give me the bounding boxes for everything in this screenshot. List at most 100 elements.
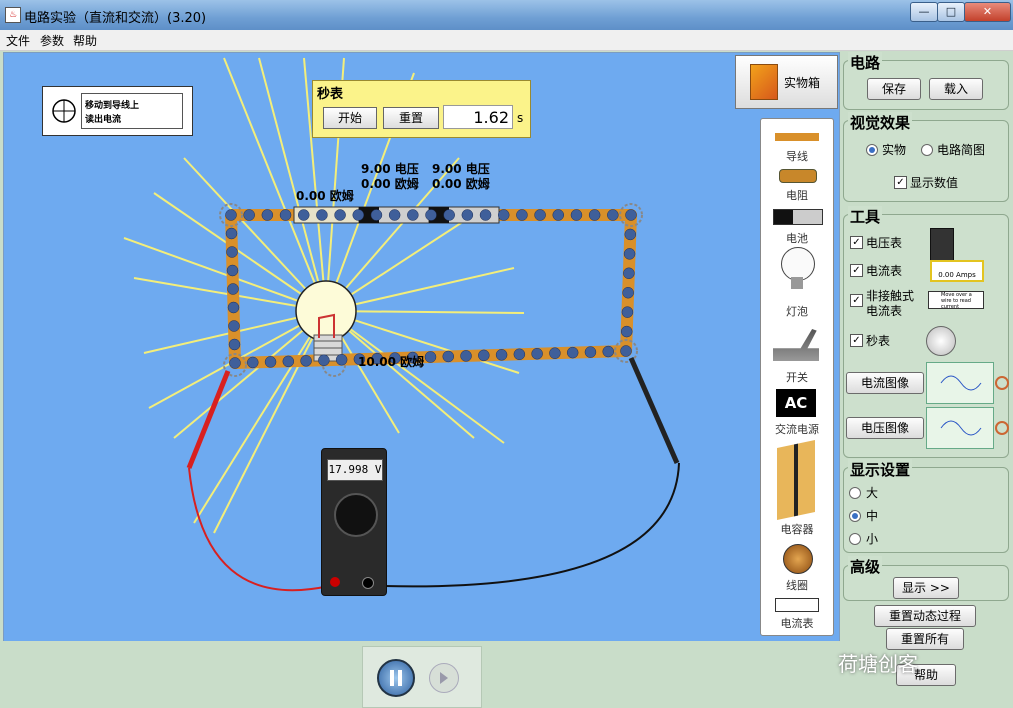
playback-panel <box>362 646 482 708</box>
ac-source-icon[interactable]: AC <box>776 389 816 417</box>
stopwatch-reset-button[interactable]: 重置 <box>383 107 439 129</box>
electron <box>602 345 614 358</box>
electron <box>513 348 526 361</box>
step-button[interactable] <box>429 663 459 693</box>
electron <box>229 357 241 369</box>
menu-bar: 文件 参数 帮助 <box>0 30 1013 51</box>
pause-button[interactable] <box>377 659 415 697</box>
minimize-button[interactable]: — <box>910 2 938 22</box>
reset-all-button[interactable]: 重置所有 <box>886 628 964 650</box>
stopwatch-label: 秒表 <box>866 334 891 348</box>
noncontact-hint-line1: 移动到导线上 <box>85 101 140 111</box>
resistor-icon[interactable] <box>779 169 817 183</box>
battery1-resistance-label: 0.00 欧姆 <box>361 177 419 191</box>
load-button[interactable]: 载入 <box>929 78 983 100</box>
wire-icon[interactable] <box>775 133 819 141</box>
electron <box>461 209 474 221</box>
show-values-checkbox[interactable]: ✓ <box>894 176 907 189</box>
bulb-icon[interactable] <box>781 247 815 281</box>
electron <box>228 320 240 332</box>
ammeter-checkbox[interactable]: ✓ <box>850 264 863 277</box>
stopwatch-unit: s <box>517 111 524 125</box>
electron <box>261 209 274 221</box>
electron <box>297 209 310 221</box>
electron <box>516 209 528 221</box>
advanced-show-button[interactable]: 显示 >> <box>893 577 959 599</box>
maximize-button[interactable]: □ <box>937 2 965 22</box>
electron <box>370 209 383 221</box>
title-bar: ♨ 电路实验（直流和交流）(3.20) — □ ✕ <box>0 0 1013 30</box>
battery2-resistance-label: 0.00 欧姆 <box>432 177 490 191</box>
capacitor-icon[interactable] <box>777 439 815 521</box>
circuit-canvas[interactable]: 0.00 欧姆 9.00 电压 0.00 欧姆 9.00 电压 0.00 欧姆 … <box>3 52 840 642</box>
electron <box>318 354 330 367</box>
stopwatch-time: 1.62 <box>443 105 513 129</box>
electron <box>282 355 295 368</box>
java-app-icon: ♨ <box>5 7 21 23</box>
stopwatch-start-button[interactable]: 开始 <box>323 107 377 129</box>
electron <box>226 264 239 277</box>
inductor-icon[interactable] <box>783 544 813 574</box>
black-jack <box>362 577 374 589</box>
size-medium-label: 中 <box>866 509 879 523</box>
electron <box>623 267 635 280</box>
stopwatch-panel[interactable]: 秒表 开始 重置 1.62 s <box>312 80 531 138</box>
schematic-view-radio[interactable] <box>921 144 933 156</box>
tool-ac-label: 交流电源 <box>775 423 819 436</box>
voltmeter[interactable]: 17.998 V <box>321 448 387 596</box>
electron <box>479 209 492 221</box>
menu-params[interactable]: 参数 <box>40 32 64 49</box>
electron <box>225 227 238 240</box>
battery-icon[interactable] <box>773 209 823 225</box>
window-title: 电路实验（直流和交流）(3.20) <box>24 11 207 26</box>
circuit-drawing <box>123 57 680 592</box>
switch-icon[interactable] <box>773 329 819 361</box>
close-button[interactable]: ✕ <box>964 2 1011 22</box>
red-jack <box>330 577 340 587</box>
black-probe <box>628 356 680 465</box>
stopwatch-title: 秒表 <box>317 87 344 102</box>
real-view-radio[interactable] <box>866 144 878 156</box>
electron <box>443 209 455 221</box>
stopwatch-checkbox[interactable]: ✓ <box>850 334 863 347</box>
tool-bulb-label: 灯泡 <box>786 305 808 318</box>
noncontact-ammeter-label-2: 电流表 <box>866 304 903 318</box>
menu-help[interactable]: 帮助 <box>73 32 97 49</box>
current-chart-thumbnail <box>926 362 994 404</box>
stopwatch-icon <box>926 326 956 356</box>
voltage-chart-button[interactable]: 电压图像 <box>846 417 924 439</box>
noncontact-ammeter-checkbox[interactable]: ✓ <box>850 294 863 307</box>
component-toolbox[interactable]: 导线 电阻 电池 灯泡 开关 AC 交流电源 电容器 线圈 电流表 <box>760 118 834 636</box>
save-button[interactable]: 保存 <box>867 78 921 100</box>
gear-icon[interactable] <box>995 421 1009 435</box>
current-chart-button[interactable]: 电流图像 <box>846 372 924 394</box>
electron <box>620 325 633 338</box>
toolkit-button[interactable]: 实物箱 <box>735 55 838 109</box>
tools-group-title: 工具 <box>848 206 883 227</box>
display-group-title: 显示设置 <box>848 459 913 480</box>
shopping-bag-icon <box>750 64 778 100</box>
menu-file[interactable]: 文件 <box>6 32 30 49</box>
voltmeter-checkbox[interactable]: ✓ <box>850 236 863 249</box>
reset-dynamics-button[interactable]: 重置动态过程 <box>874 605 976 627</box>
tool-resistor-label: 电阻 <box>786 189 808 202</box>
size-small-label: 小 <box>866 532 879 546</box>
electron <box>566 346 579 359</box>
noncontact-hint-line2: 读出电流 <box>85 115 122 125</box>
electron <box>621 306 634 318</box>
advanced-group-title: 高级 <box>848 556 883 577</box>
visual-group-title: 视觉效果 <box>848 112 913 133</box>
electron <box>316 209 328 221</box>
electron <box>460 350 472 362</box>
electron <box>531 347 543 360</box>
voltmeter-dial[interactable] <box>334 493 378 537</box>
size-medium-radio[interactable] <box>849 510 861 522</box>
electron <box>478 349 490 362</box>
gear-icon[interactable] <box>995 376 1009 390</box>
red-probe-lead <box>188 467 330 592</box>
size-large-radio[interactable] <box>849 487 861 499</box>
ammeter-icon[interactable] <box>775 598 819 612</box>
noncontact-ammeter-probe[interactable]: 移动到导线上 读出电流 <box>42 86 193 136</box>
electron <box>425 209 437 221</box>
size-small-radio[interactable] <box>849 533 861 545</box>
